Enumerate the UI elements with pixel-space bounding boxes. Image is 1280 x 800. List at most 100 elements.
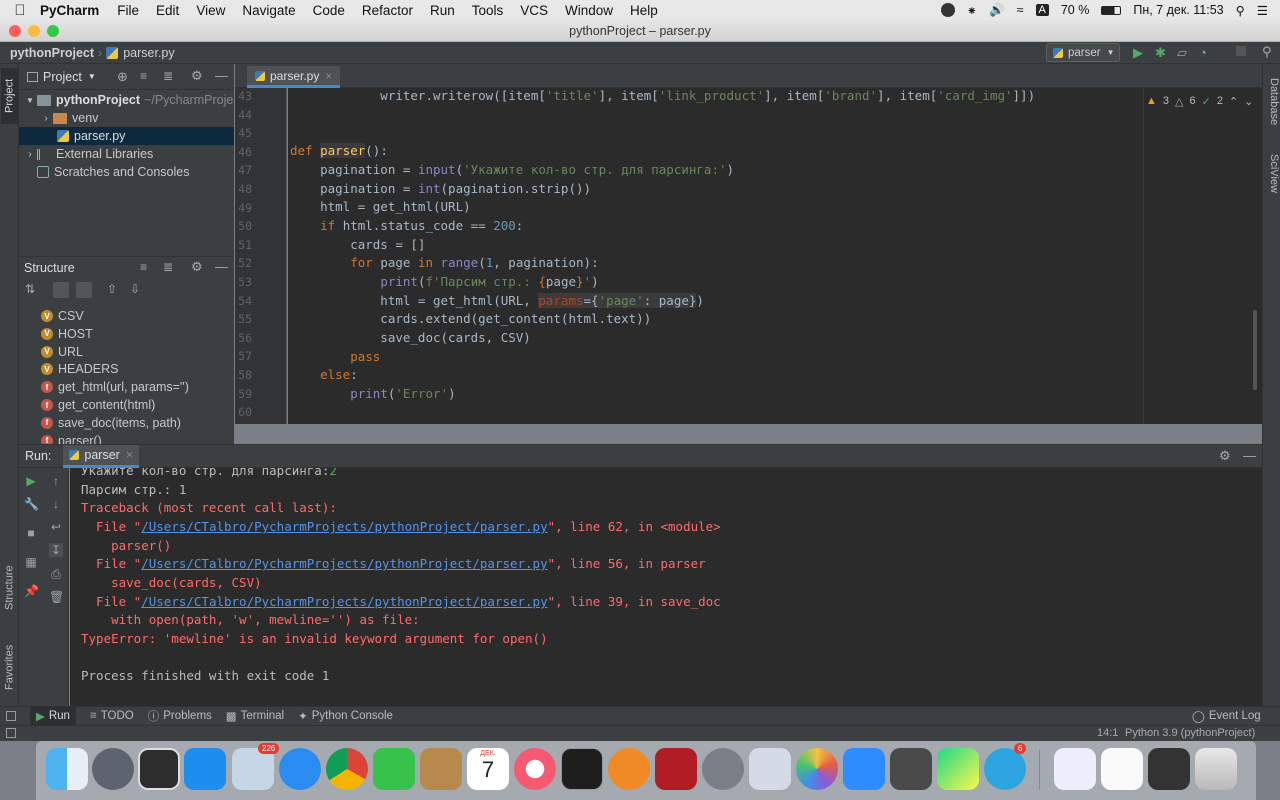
bottom-tab-run[interactable]: ▶ Run [30,706,76,726]
show-fields-icon[interactable] [53,282,69,298]
preview-icon[interactable] [749,748,791,790]
keyboard-layout-icon[interactable]: A [1035,4,1049,16]
volume-icon[interactable]: 🔊 [989,3,1005,18]
safari-icon[interactable] [279,748,321,790]
traceback-file-link[interactable]: /Users/CTalbro/PycharmProjects/pythonPro… [141,519,547,534]
menu-code[interactable]: Code [313,3,345,18]
toggle-tool-windows-icon[interactable] [6,711,16,721]
structure-item[interactable]: f get_content(html) [19,396,155,414]
minimize-panel-icon[interactable]: — [1243,448,1256,463]
trash-icon[interactable]: 🗑 [49,590,64,604]
traceback-file-link[interactable]: /Users/CTalbro/PycharmProjects/pythonPro… [141,556,547,571]
gear-icon[interactable]: ⚙ [191,259,203,275]
menu-app-name[interactable]: PyCharm [40,3,99,18]
close-window-button[interactable] [9,25,21,37]
zoom-window-button[interactable] [47,25,59,37]
chrome-icon[interactable] [326,748,368,790]
minimize-panel-icon[interactable]: — [215,259,228,274]
battery-label[interactable]: 70 % [1061,3,1090,17]
tree-item-scratches[interactable]: Scratches and Consoles [19,163,234,181]
soft-wrap-icon[interactable]: ↩ [49,520,63,534]
traceback-file-link[interactable]: /Users/CTalbro/PycharmProjects/pythonPro… [141,594,547,609]
scroll-down-icon[interactable]: ↓ [49,497,63,511]
locate-icon[interactable]: ⊕ [117,69,128,85]
bottom-tab-event-log[interactable]: ◯ Event Log [1192,709,1261,723]
navigate-up-icon[interactable]: ⇧ [107,282,117,296]
print-icon[interactable]: ⎙ [49,567,63,581]
project-panel-title[interactable]: Project [43,70,82,84]
system-preferences-icon[interactable] [702,748,744,790]
favorites-tool-tab[interactable]: Favorites [1,636,18,698]
scroll-to-end-icon[interactable]: ↧ [49,543,63,557]
zoom-icon[interactable] [843,748,885,790]
structure-item[interactable]: f get_html(url, params='') [19,378,189,396]
menu-refactor[interactable]: Refactor [362,3,413,18]
apple-icon[interactable]:  [0,2,40,19]
chevron-down-icon[interactable]: ▼ [88,72,96,81]
code-editor[interactable]: writer.writerow([item['title'], item['li… [288,88,1262,424]
rerun-icon[interactable]: ▶ [24,474,38,488]
chevron-up-icon[interactable]: ⌃ [1229,95,1238,108]
spotlight-icon[interactable]: ⚲ [1236,3,1245,18]
structure-item[interactable]: V HOST [19,325,93,343]
breadcrumb-project[interactable]: pythonProject [0,46,94,60]
close-icon[interactable]: × [325,69,332,83]
close-icon[interactable]: × [126,448,133,462]
notification-icon[interactable] [940,3,955,17]
debug-icon[interactable]: ✱ [1155,45,1166,61]
caret-position[interactable]: 14:1 [1097,727,1118,739]
scroll-up-icon[interactable]: ↑ [49,474,63,488]
expand-all-icon[interactable]: ≡ [140,69,147,83]
terminal-app-icon[interactable] [561,748,603,790]
chevron-right-icon[interactable]: › [23,149,37,160]
menu-window[interactable]: Window [565,3,613,18]
interpreter-selector[interactable]: Python 3.9 (pythonProject) [1125,727,1255,739]
wifi-icon[interactable]: ≈ [1017,3,1024,17]
show-methods-icon[interactable] [76,282,92,298]
structure-item[interactable]: V HEADERS [19,360,118,378]
inspection-widget[interactable]: ▲ 3 △ 6 ✓ 2 ⌃ ⌄ [1146,92,1258,110]
downloads-stack-icon[interactable] [1101,748,1143,790]
launchpad-icon[interactable] [92,748,134,790]
tab-parser-py[interactable]: parser.py × [247,66,341,88]
battery-icon[interactable] [1101,5,1122,15]
contacts-icon[interactable] [420,748,462,790]
document-stack-icon[interactable] [1054,748,1096,790]
collapse-all-icon[interactable]: ≣ [163,260,173,274]
run-icon[interactable]: ▶ [1133,45,1143,61]
pycharm-icon[interactable] [937,748,979,790]
tree-item-external-libraries[interactable]: › External Libraries [19,145,234,163]
structure-item[interactable]: V CSV [19,307,84,325]
sublime-text-icon[interactable] [890,748,932,790]
wrench-icon[interactable]: 🔧 [24,497,39,511]
navigate-down-icon[interactable]: ⇩ [130,282,140,296]
layout-icon[interactable]: ▦ [24,555,38,569]
coverage-icon[interactable]: ▱ [1177,45,1187,61]
structure-item[interactable]: f save_doc(items, path) [19,414,181,432]
status-layout-icon[interactable] [6,728,16,738]
structure-tool-tab[interactable]: Structure [1,556,18,620]
run-tab-parser[interactable]: parser × [63,444,140,468]
screenshot-stack-icon[interactable] [1148,748,1190,790]
structure-item[interactable]: V URL [19,343,83,361]
bottom-tab-todo[interactable]: ≡ TODO [90,710,134,722]
finder-icon[interactable] [46,748,88,790]
calendar-icon[interactable]: ДЕК. 7 [467,748,509,790]
facetime-icon[interactable] [373,748,415,790]
bottom-tab-terminal[interactable]: ▩ Terminal [226,709,284,723]
search-everywhere-icon[interactable]: ⚲ [1262,44,1272,60]
notification-center-icon[interactable]: ☰ [1257,3,1268,18]
sciview-tool-tab[interactable]: SciView [1264,154,1280,210]
chevron-down-icon[interactable]: ▼ [23,96,37,105]
database-tool-tab[interactable]: Database [1264,78,1280,138]
menu-view[interactable]: View [196,3,225,18]
profile-icon[interactable]: ◔ [1199,45,1207,60]
stop-icon[interactable]: ■ [24,526,38,540]
run-console[interactable]: Укажите кол-во стр. для парсинга:2 Парси… [70,468,1262,706]
mail-icon[interactable] [232,748,274,790]
run-config-selector[interactable]: parser ▼ [1046,43,1120,62]
music-icon[interactable] [514,748,556,790]
gear-icon[interactable]: ⚙ [191,68,203,84]
collapse-all-icon[interactable]: ≣ [163,69,173,83]
photos-icon[interactable] [796,748,838,790]
